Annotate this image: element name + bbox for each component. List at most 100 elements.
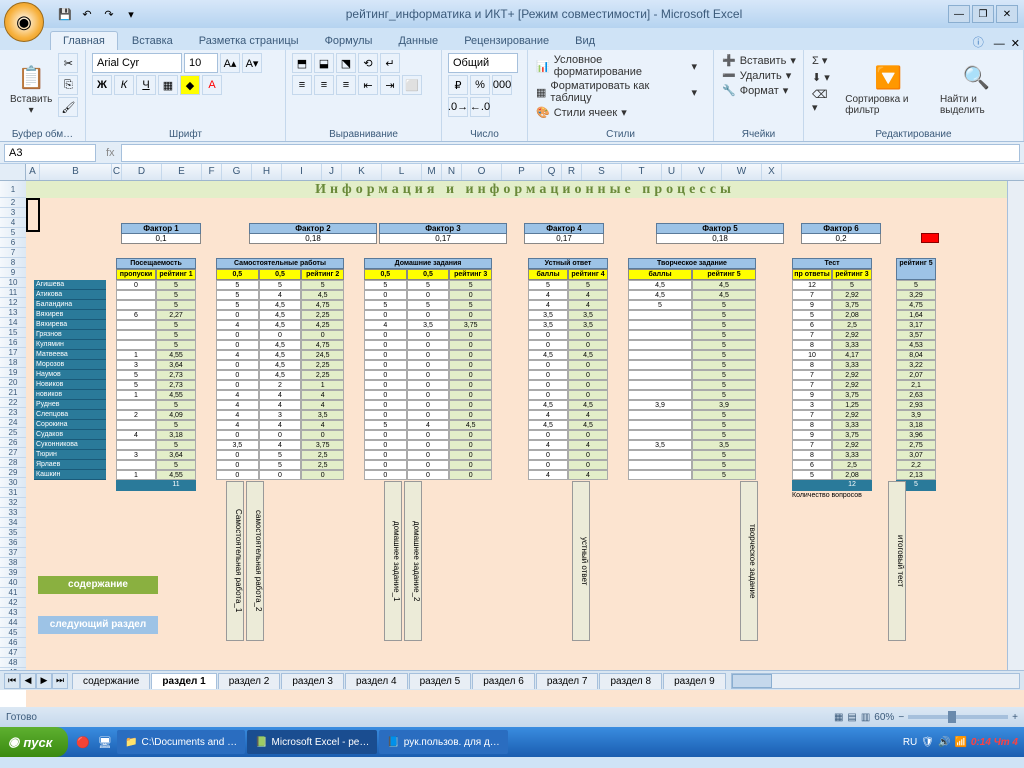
tab-last-icon[interactable]: ⏭ (52, 673, 68, 689)
fill-button[interactable]: ⬇ ▾ (810, 70, 841, 85)
fill-color-button[interactable]: ◆ (180, 75, 200, 95)
name-box[interactable]: A3 (4, 144, 96, 162)
indent-dec-icon[interactable]: ⇤ (358, 75, 378, 95)
row-header[interactable]: 47 (0, 648, 26, 658)
sort-filter-button[interactable]: 🔽Сортировка и фильтр (841, 53, 936, 125)
quicklaunch-desktop-icon[interactable]: 🖥 (98, 736, 112, 749)
row-header[interactable]: 6 (0, 238, 26, 248)
col-header[interactable]: L (382, 164, 422, 180)
row-header[interactable]: 45 (0, 628, 26, 638)
align-bottom-icon[interactable]: ⬔ (336, 53, 356, 73)
qat-dropdown-icon[interactable]: ▾ (122, 5, 140, 23)
office-button[interactable]: ◉ (4, 2, 44, 42)
minimize-ribbon-button[interactable]: — (994, 38, 1005, 50)
col-header[interactable]: D (122, 164, 162, 180)
row-header[interactable]: 44 (0, 618, 26, 628)
quicklaunch-opera-icon[interactable]: 🔴 (76, 736, 90, 749)
row-header[interactable]: 8 (0, 258, 26, 268)
taskbar-item-explorer[interactable]: 📁 C:\Documents and … (117, 730, 245, 754)
help-icon[interactable]: ⓘ (973, 34, 984, 50)
row-header[interactable]: 1 (0, 181, 26, 198)
col-header[interactable]: K (342, 164, 382, 180)
tab-prev-icon[interactable]: ◀ (20, 673, 36, 689)
row-header[interactable]: 7 (0, 248, 26, 258)
zoom-level[interactable]: 60% (874, 712, 894, 723)
col-header[interactable]: S (582, 164, 622, 180)
col-header[interactable]: R (562, 164, 582, 180)
col-header[interactable]: P (502, 164, 542, 180)
row-header[interactable]: 33 (0, 508, 26, 518)
row-header[interactable]: 42 (0, 598, 26, 608)
zoom-slider[interactable] (908, 715, 1008, 719)
row-header[interactable]: 39 (0, 568, 26, 578)
sheet-tab[interactable]: раздел 7 (536, 673, 599, 689)
close-workbook-button[interactable]: ✕ (1011, 37, 1020, 50)
indent-inc-icon[interactable]: ⇥ (380, 75, 400, 95)
tab-formulas[interactable]: Формулы (313, 32, 385, 50)
row-header[interactable]: 30 (0, 478, 26, 488)
col-header[interactable]: N (442, 164, 462, 180)
tab-layout[interactable]: Разметка страницы (187, 32, 311, 50)
grow-font-icon[interactable]: A▴ (220, 53, 240, 73)
col-header[interactable]: T (622, 164, 662, 180)
tab-next-icon[interactable]: ▶ (36, 673, 52, 689)
insert-cells-button[interactable]: ➕ Вставить ▾ (720, 53, 797, 68)
vertical-scrollbar[interactable] (1007, 181, 1024, 670)
format-cells-button[interactable]: 🔧 Формат ▾ (720, 83, 797, 98)
next-section-button[interactable]: следующий раздел (38, 616, 158, 634)
zoom-in-button[interactable]: + (1012, 712, 1018, 723)
align-top-icon[interactable]: ⬒ (292, 53, 312, 73)
orientation-icon[interactable]: ⟲ (358, 53, 378, 73)
row-header[interactable]: 17 (0, 348, 26, 358)
taskbar-item-excel[interactable]: 📗 Microsoft Excel - ре… (247, 730, 377, 754)
tab-review[interactable]: Рецензирование (452, 32, 561, 50)
undo-icon[interactable]: ↶ (78, 5, 96, 23)
select-all-corner[interactable] (0, 164, 26, 180)
tab-insert[interactable]: Вставка (120, 32, 185, 50)
col-header[interactable]: X (762, 164, 782, 180)
row-header[interactable]: 40 (0, 578, 26, 588)
clear-button[interactable]: ⌫ ▾ (810, 87, 841, 115)
zoom-out-button[interactable]: − (898, 712, 904, 723)
row-header[interactable]: 43 (0, 608, 26, 618)
col-header[interactable]: Q (542, 164, 562, 180)
col-header[interactable]: E (162, 164, 202, 180)
clock[interactable]: 0:14 Чт 4 (971, 737, 1018, 748)
row-header[interactable]: 11 (0, 288, 26, 298)
col-header[interactable]: F (202, 164, 222, 180)
bold-button[interactable]: Ж (92, 75, 112, 95)
underline-button[interactable]: Ч (136, 75, 156, 95)
view-pagebreak-icon[interactable]: ▥ (861, 712, 870, 723)
sheet-tab[interactable]: содержание (72, 673, 150, 689)
restore-button[interactable]: ❐ (972, 5, 994, 23)
tab-home[interactable]: Главная (50, 31, 118, 50)
row-header[interactable]: 10 (0, 278, 26, 288)
align-right-icon[interactable]: ≡ (336, 75, 356, 95)
save-icon[interactable]: 💾 (56, 5, 74, 23)
close-button[interactable]: ✕ (996, 5, 1018, 23)
col-header[interactable]: U (662, 164, 682, 180)
inc-decimal-icon[interactable]: .0→ (448, 97, 468, 117)
autosum-button[interactable]: Σ ▾ (810, 53, 841, 68)
sheet-tab[interactable]: раздел 1 (151, 673, 216, 689)
row-header[interactable]: 26 (0, 438, 26, 448)
row-header[interactable]: 32 (0, 498, 26, 508)
row-header[interactable]: 15 (0, 328, 26, 338)
col-header[interactable]: B (40, 164, 112, 180)
row-header[interactable]: 36 (0, 538, 26, 548)
sheet-tab[interactable]: раздел 9 (663, 673, 726, 689)
row-header[interactable]: 46 (0, 638, 26, 648)
row-header[interactable]: 22 (0, 398, 26, 408)
grid-content[interactable]: Информация и информационные процессы Фак… (26, 181, 1024, 707)
row-header[interactable]: 27 (0, 448, 26, 458)
row-header[interactable]: 16 (0, 338, 26, 348)
find-select-button[interactable]: 🔍Найти и выделить (936, 53, 1017, 125)
tray-icon[interactable]: 📶 (954, 737, 966, 748)
view-layout-icon[interactable]: ▤ (847, 712, 856, 723)
view-normal-icon[interactable]: ▦ (834, 712, 843, 723)
sheet-tab[interactable]: раздел 8 (599, 673, 662, 689)
lang-indicator[interactable]: RU (903, 737, 917, 748)
row-header[interactable]: 29 (0, 468, 26, 478)
row-header[interactable]: 2 (0, 198, 26, 208)
col-header[interactable]: O (462, 164, 502, 180)
